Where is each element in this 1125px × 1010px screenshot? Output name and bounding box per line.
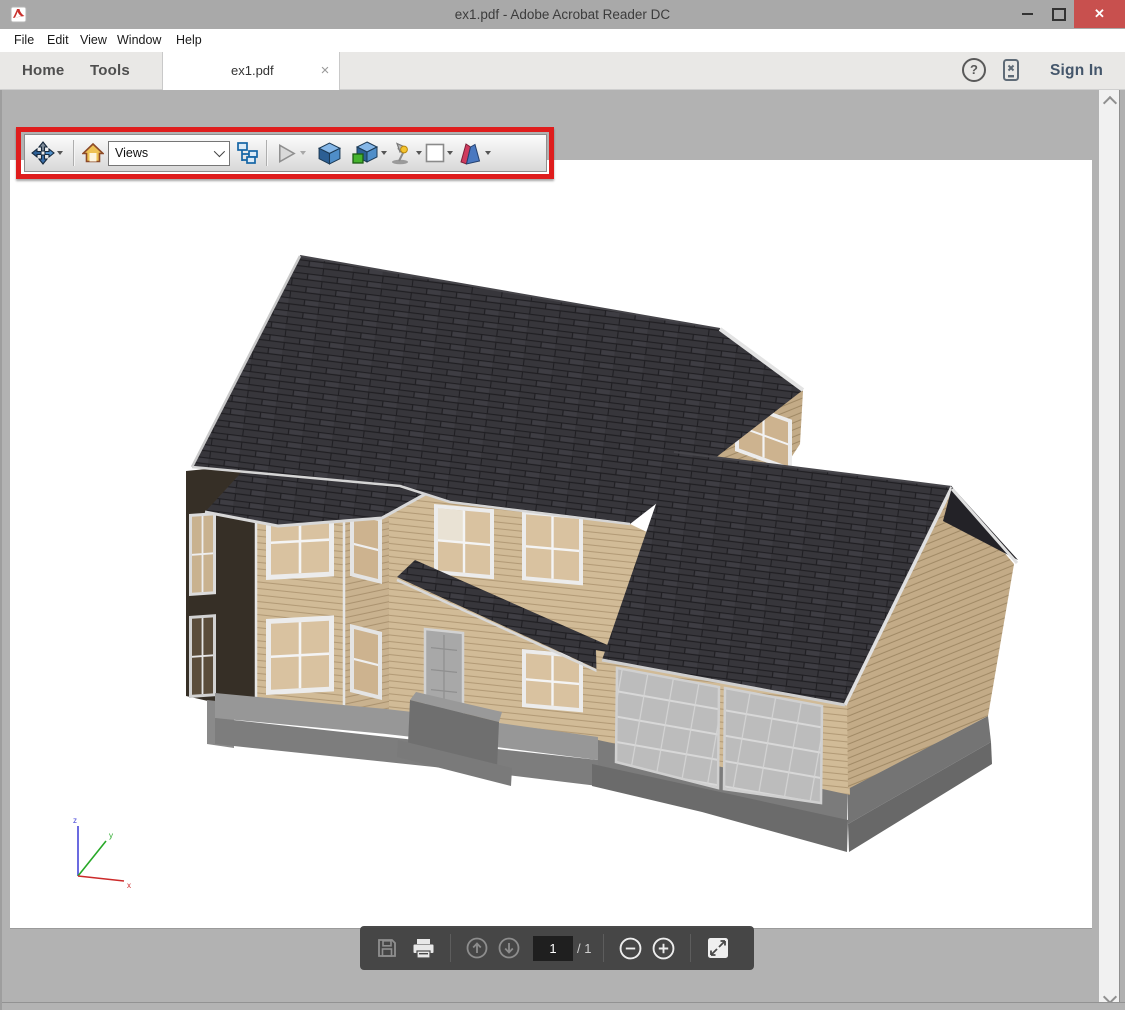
minimize-button[interactable] (1012, 0, 1042, 28)
fit-page-button[interactable] (706, 936, 730, 960)
model-tree-button[interactable] (236, 141, 259, 165)
chevron-down-icon (214, 146, 225, 157)
previous-page-button[interactable] (466, 937, 488, 959)
next-page-button[interactable] (498, 937, 520, 959)
lighting-button[interactable] (390, 141, 414, 165)
axis-triad: z y x (73, 816, 131, 890)
window-title: ex1.pdf - Adobe Acrobat Reader DC (0, 0, 1125, 29)
tab-close-icon[interactable]: × (315, 61, 335, 81)
menu-help[interactable]: Help (176, 29, 202, 52)
fit-page-icon (706, 936, 730, 960)
zoom-in-icon (652, 937, 675, 960)
save-icon (377, 938, 397, 958)
cross-section-dropdown-icon[interactable] (485, 151, 491, 155)
sign-in-link[interactable]: Sign In (1050, 52, 1103, 90)
zoom-out-button[interactable] (619, 937, 642, 960)
menu-view[interactable]: View (80, 29, 107, 52)
toolbar-separator (690, 934, 691, 962)
rotate-tool-button[interactable] (31, 141, 55, 165)
zoom-out-icon (619, 937, 642, 960)
render-mode-icon (352, 141, 379, 166)
lamp-icon (390, 141, 414, 165)
maximize-button[interactable] (1044, 0, 1074, 28)
background-color-button[interactable] (425, 143, 445, 163)
play-dropdown-icon[interactable] (300, 151, 306, 155)
render-mode-button[interactable] (352, 141, 379, 166)
scroll-up-icon[interactable] (1103, 96, 1117, 110)
arrow-up-circle-icon (466, 937, 488, 959)
save-button[interactable] (377, 938, 397, 958)
menu-window[interactable]: Window (117, 29, 161, 52)
close-button[interactable]: ✕ (1074, 0, 1125, 28)
tab-tools[interactable]: Tools (90, 52, 130, 90)
lighting-dropdown-icon[interactable] (416, 151, 422, 155)
maximize-icon (1052, 8, 1066, 21)
minimize-icon (1022, 13, 1033, 15)
mobile-device-icon[interactable] (999, 58, 1023, 82)
views-dropdown[interactable]: Views (108, 141, 230, 166)
cross-section-icon (456, 141, 483, 166)
print-icon (412, 938, 435, 959)
3d-toolbar: Views (24, 134, 547, 172)
background-color-dropdown-icon[interactable] (447, 151, 453, 155)
axis-z-label: z (73, 816, 77, 825)
menu-bar: File Edit View Window Help (0, 29, 1125, 52)
menu-edit[interactable]: Edit (47, 29, 69, 52)
play-animation-button[interactable] (275, 142, 298, 165)
toolbar-separator (73, 140, 75, 166)
3d-model-canvas[interactable]: z y x (2, 90, 1125, 1010)
cube-icon (317, 141, 342, 166)
page-number-input[interactable]: 1 (533, 936, 573, 961)
menu-file[interactable]: File (14, 29, 34, 52)
rotate-tool-icon (31, 141, 55, 165)
default-view-button[interactable] (82, 142, 104, 164)
toolbar-separator (266, 140, 268, 166)
background-color-icon (425, 143, 445, 163)
tab-document-label: ex1.pdf (231, 52, 274, 90)
title-bar: ex1.pdf - Adobe Acrobat Reader DC ✕ (0, 0, 1125, 29)
tab-home[interactable]: Home (22, 52, 64, 90)
page-controls-toolbar: 1 / 1 (360, 926, 754, 970)
house-model (186, 256, 1018, 852)
play-icon (275, 142, 298, 165)
zoom-in-button[interactable] (652, 937, 675, 960)
rotate-tool-dropdown-icon[interactable] (57, 151, 63, 155)
model-tree-icon (236, 141, 259, 165)
page-count: / 1 (577, 941, 591, 956)
render-mode-dropdown-icon[interactable] (381, 151, 387, 155)
print-button[interactable] (412, 938, 435, 959)
toolbar-separator (450, 934, 451, 962)
arrow-down-circle-icon (498, 937, 520, 959)
views-dropdown-value: Views (115, 146, 148, 160)
window-frame-right (1119, 90, 1125, 1010)
home-icon (82, 142, 104, 164)
tab-document[interactable]: ex1.pdf × (162, 52, 340, 90)
acrobat-window: ex1.pdf - Adobe Acrobat Reader DC ✕ File… (0, 0, 1125, 1010)
cross-section-button[interactable] (456, 141, 483, 166)
help-icon[interactable]: ? (962, 58, 986, 82)
projection-button[interactable] (317, 141, 342, 166)
window-frame-bottom (2, 1002, 1125, 1010)
axis-x-label: x (127, 881, 131, 890)
toolbar-separator (603, 934, 604, 962)
document-area: z y x (0, 90, 1125, 1010)
tab-bar: Home Tools ex1.pdf × Sign In (0, 52, 1125, 90)
vertical-scrollbar[interactable] (1099, 90, 1119, 1010)
axis-y-label: y (109, 831, 113, 840)
